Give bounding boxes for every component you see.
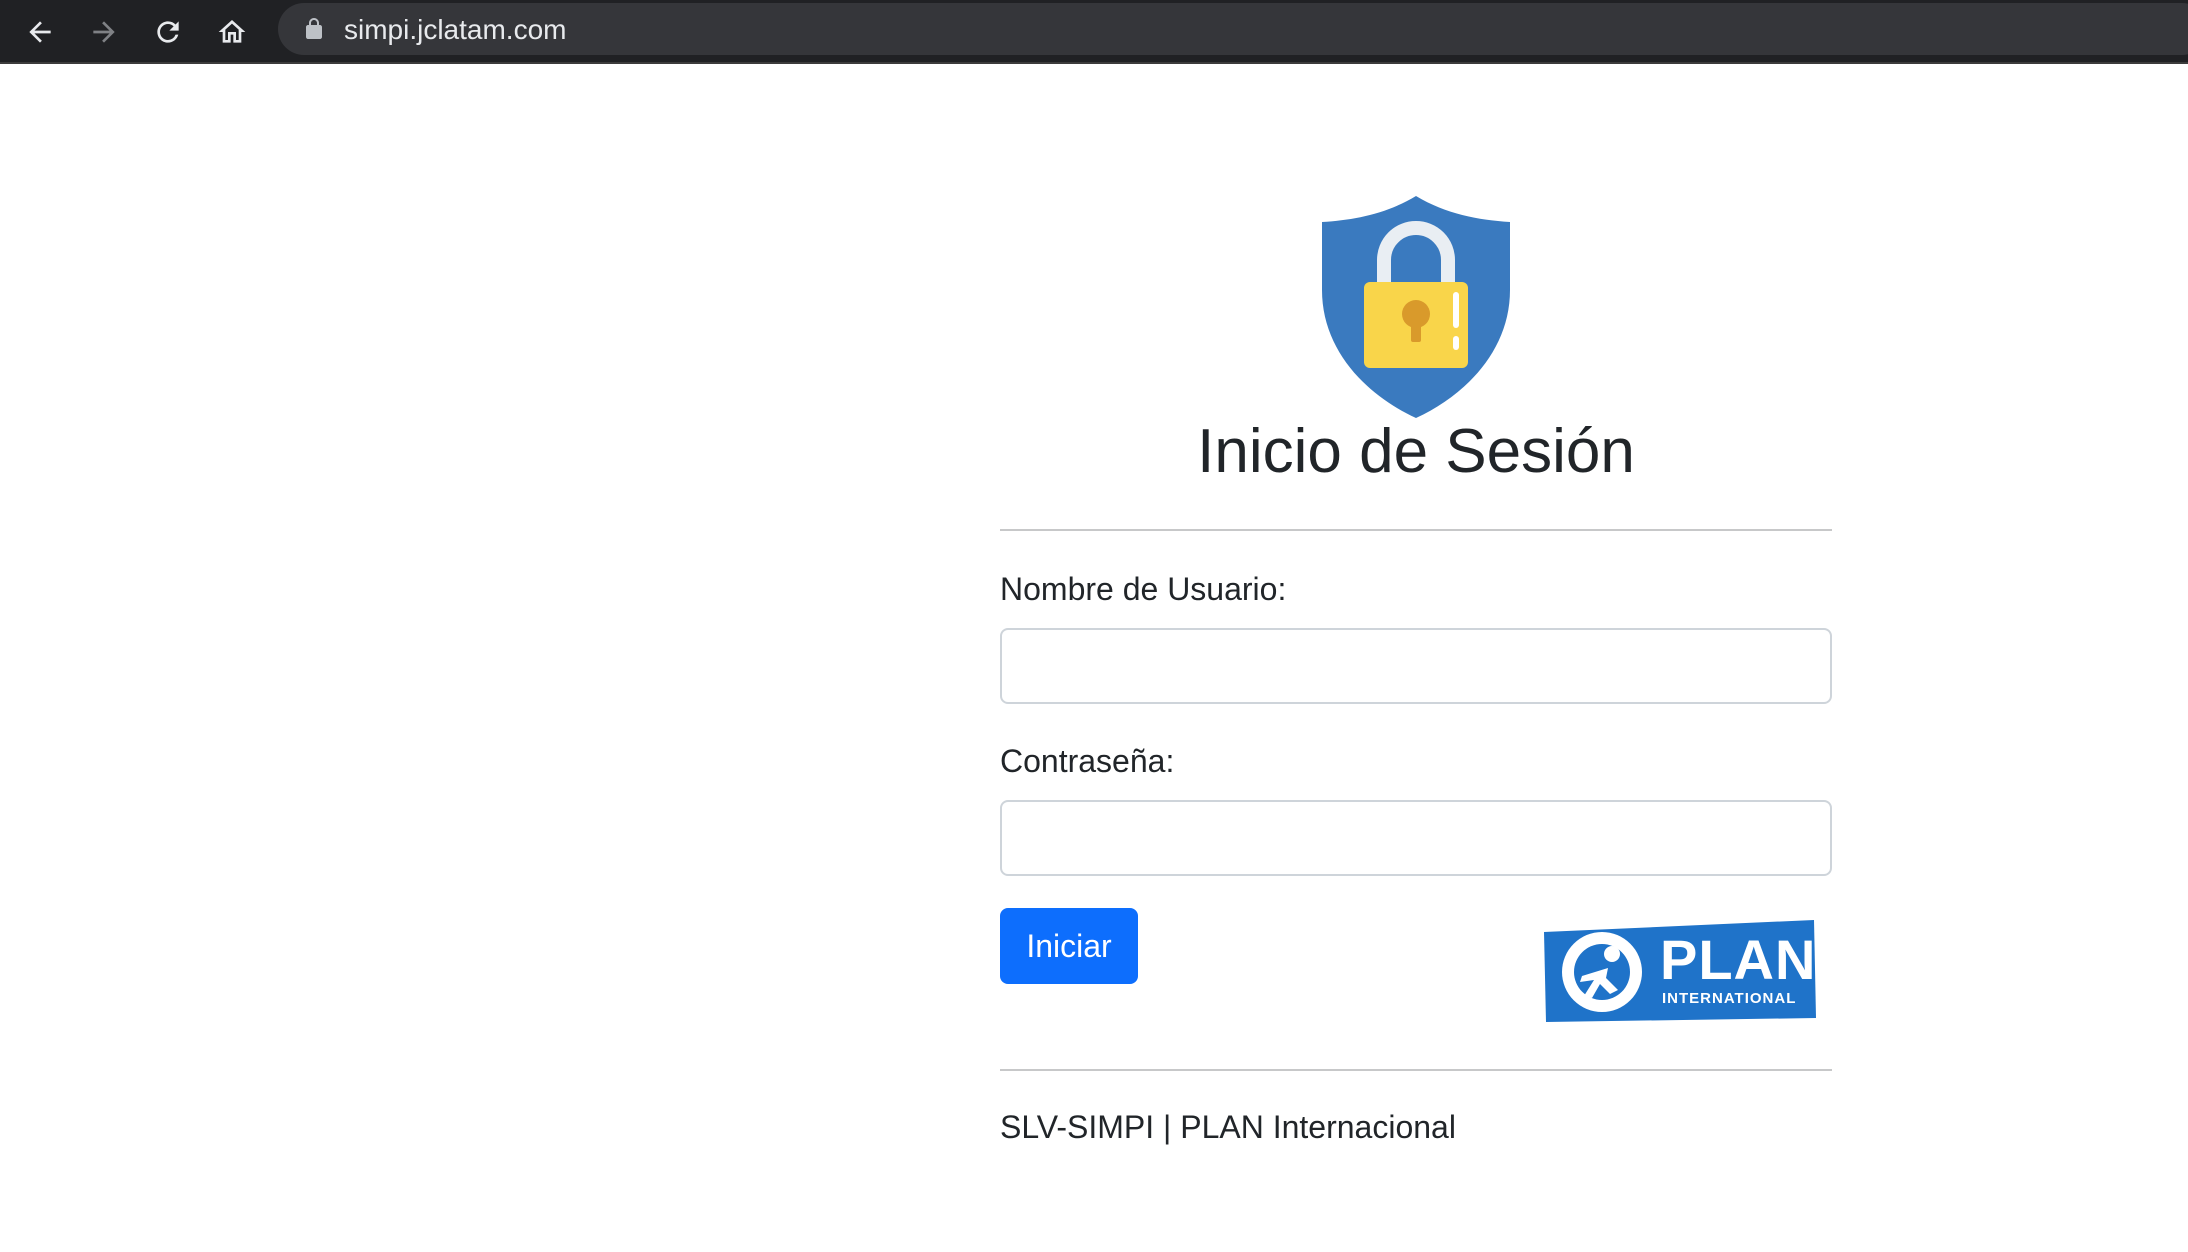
divider xyxy=(1000,1069,1832,1071)
back-button[interactable] xyxy=(16,8,64,56)
login-button[interactable]: Iniciar xyxy=(1000,908,1138,984)
page-title: Inicio de Sesión xyxy=(1197,417,1635,486)
plan-international-logo: PLAN INTERNATIONAL xyxy=(1542,918,1818,1024)
arrow-right-icon xyxy=(93,21,115,43)
home-button[interactable] xyxy=(208,8,256,56)
shield-lock-icon xyxy=(1322,196,1510,418)
username-label: Nombre de Usuario: xyxy=(1000,571,1287,607)
address-bar[interactable]: simpi.jclatam.com xyxy=(278,3,2188,55)
reload-icon xyxy=(157,21,179,43)
browser-toolbar: simpi.jclatam.com xyxy=(0,0,2188,64)
lock-icon xyxy=(306,18,322,39)
password-input[interactable] xyxy=(1000,800,1832,876)
plan-logo-subtitle: INTERNATIONAL xyxy=(1662,990,1797,1007)
password-label: Contraseña: xyxy=(1000,743,1175,779)
reload-button[interactable] xyxy=(144,8,192,56)
divider xyxy=(1000,529,1832,531)
arrow-left-icon xyxy=(29,21,51,43)
footer-text: SLV-SIMPI | PLAN Internacional xyxy=(1000,1109,1456,1145)
url-text[interactable]: simpi.jclatam.com xyxy=(344,14,566,46)
username-input[interactable] xyxy=(1000,628,1832,704)
home-icon xyxy=(218,20,246,43)
forward-button[interactable] xyxy=(80,8,128,56)
plan-logo-word: PLAN xyxy=(1660,928,1817,991)
